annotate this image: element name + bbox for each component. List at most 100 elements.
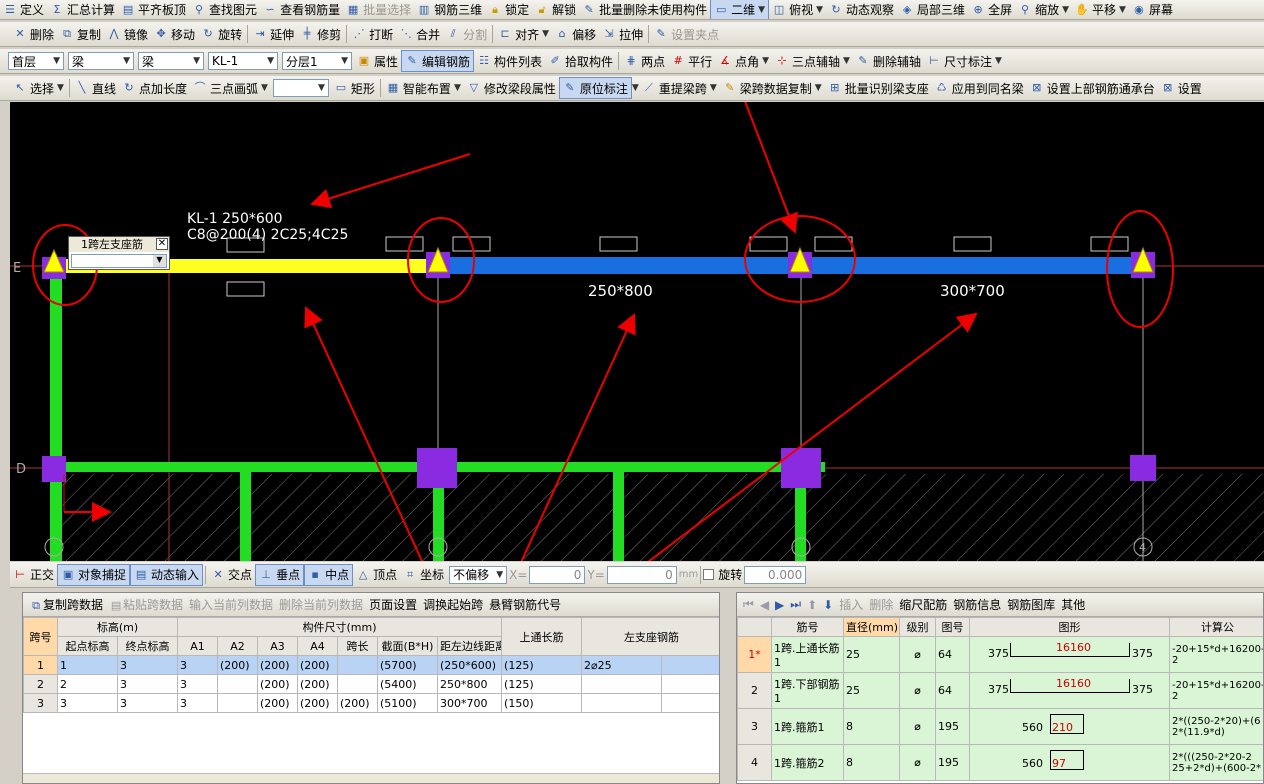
span-table-scrollbar[interactable] [23,773,719,783]
split-button[interactable]: ⫽ 分割 [443,23,490,45]
align-slab-top-button[interactable]: ▤ 平齐板顶 [118,0,189,19]
fullscreen-button[interactable]: ⊕ 全屏 [968,0,1015,19]
batch-select-button[interactable]: ▦ 批量选择 [343,0,414,19]
next-record-button[interactable]: ▶ [775,598,784,612]
component-select[interactable]: KL-1 ▼ [208,52,278,70]
table-row[interactable]: 2 2 3 3 (200) (200) (5400) 250*800 (125) [23,674,719,694]
table-cell[interactable]: (250*600) [436,655,503,675]
midpoint-snap[interactable]: ▪ 中点 [304,563,354,586]
table-cell[interactable]: 3 [57,693,118,713]
screen-button[interactable]: ◉ 屏幕 [1129,0,1176,19]
first-record-button[interactable]: ⏮ [743,597,754,612]
table-cell[interactable]: (150) [501,693,583,713]
table-row[interactable]: 1* 1跨.上通长筋1 25 ⌀ 64 375 16160 375 -20+15*d+162… [737,636,1263,673]
merge-button[interactable]: ⋱ 合并 [396,23,443,45]
copy-span-data-button[interactable]: ⧉ 复制跨数据 [29,596,103,613]
table-cell[interactable]: (200) [337,693,378,713]
mirror-button[interactable]: ⋀ 镜像 [104,23,151,45]
table-cell[interactable]: (125) [501,655,583,675]
rotate-input[interactable]: 0.000 [744,565,807,584]
swap-start-span-button[interactable]: 调换起始跨 [423,596,483,613]
orbit-button[interactable]: ↻ 动态观察 [826,0,897,19]
table-cell[interactable] [217,693,258,713]
local-3d-button[interactable]: ◈ 局部三维 [897,0,968,19]
shape-cell[interactable]: 375 16160 375 [969,636,1170,673]
in-situ-annotation-button[interactable]: ✎ 原位标注 [558,77,632,99]
page-setup-button[interactable]: 页面设置 [369,596,417,613]
table-cell[interactable]: 2⌀25 [581,655,663,675]
lock-button[interactable]: 🔒︎ 锁定 [485,0,532,19]
parallel-button[interactable]: # 平行 [668,50,715,72]
paste-span-data-button[interactable]: ▤ 粘贴跨数据 [109,596,183,613]
rebar-name-cell[interactable]: 1跨.下部钢筋1 [771,672,844,709]
table-cell[interactable]: 2 [57,674,118,694]
copy-button[interactable]: ⧉ 复制 [57,23,104,45]
col-diameter[interactable]: 直径(mm) [843,617,900,637]
drawing-canvas[interactable]: KL-1 250*600 C8@200(4) 2C25;4C25 250*800… [10,102,1264,561]
table-row[interactable]: 2 1跨.下部钢筋1 25 ⌀ 64 375 16160 375 -20+15*d+1620… [737,672,1263,709]
view-2d-dropdown[interactable]: ▭ 二维 ▼ [710,0,770,19]
ortho-toggle[interactable]: ⊢ 正交 [10,564,57,586]
insert-button[interactable]: 插入 [839,596,863,613]
diameter-cell[interactable]: 25 [843,636,900,673]
formula-cell[interactable]: -20+15*d+16200-2 [1169,636,1263,673]
rebar-name-cell[interactable]: 1跨.箍筋1 [771,708,844,745]
smart-layout-dropdown[interactable]: ▦ 智能布置 ▼ [383,77,464,99]
arc-option-select[interactable]: ▼ [272,79,329,97]
line-button[interactable]: ╲ 直线 [72,77,119,99]
category-select[interactable]: 梁 ▼ [68,52,134,70]
grade-cell[interactable]: ⌀ [899,744,936,781]
rebar-name-cell[interactable]: 1跨.上通长筋1 [771,636,844,673]
table-cell[interactable]: (125) [501,674,583,694]
shape-no-cell[interactable]: 195 [935,744,970,781]
dynamic-input-toggle[interactable]: ▤ 动态输入 [130,563,204,586]
define-button[interactable]: ☰ 定义 [0,0,47,19]
vertex-snap[interactable]: △ 顶点 [353,564,400,586]
set-top-rebar-button[interactable]: ⊠ 设置上部钢筋通承台 [1027,77,1158,99]
support-rebar-popup[interactable]: 1跨左支座筋 ✕ ▼ [68,236,170,270]
zoom-dropdown[interactable]: ⚲ 缩放 ▼ [1015,0,1072,19]
y-input[interactable]: 0 [606,565,677,584]
chevron-down-icon[interactable]: ▼ [632,83,639,93]
table-cell[interactable] [217,674,258,694]
table-cell[interactable]: (5400) [377,674,438,694]
delete-column-button[interactable]: 删除当前列数据 [279,596,363,613]
coordinate-snap[interactable]: ⌗ 坐标 [400,564,447,586]
table-cell[interactable] [581,674,663,694]
shape-no-cell[interactable]: 64 [935,672,970,709]
other-button[interactable]: 其他 [1061,596,1085,613]
grade-cell[interactable]: ⌀ [899,672,936,709]
rebar-library-button[interactable]: 钢筋图库 [1007,596,1055,613]
table-cell[interactable]: (200) [257,693,298,713]
table-cell[interactable]: 3 [177,655,218,675]
view-rebar-button[interactable]: ∽ 查看钢筋量 [260,0,343,19]
layer-select[interactable]: 分层1 ▼ [282,52,352,70]
shape-no-cell[interactable]: 64 [935,636,970,673]
dimension-button[interactable]: ⊢ 尺寸标注 ▼ [924,50,1005,72]
point-angle-button[interactable]: ∡ 点角 ▼ [715,50,772,72]
prev-record-button[interactable]: ◀ [760,598,769,612]
object-snap-toggle[interactable]: ▣ 对象捕捉 [57,563,131,586]
find-element-button[interactable]: ⚲ 查找图元 [189,0,260,19]
chevron-down-icon[interactable]: ▼ [153,255,166,267]
table-cell[interactable]: 3 [117,674,178,694]
popup-input[interactable]: ▼ [71,254,167,268]
table-cell[interactable]: (200) [297,674,338,694]
cantilever-code-button[interactable]: 悬臂钢筋代号 [489,596,561,613]
properties-button[interactable]: ▣ 属性 [354,50,401,72]
shape-no-cell[interactable]: 195 [935,708,970,745]
batch-identify-support-button[interactable]: ⊞ 批量识别梁支座 [825,77,932,99]
offset-mode-select[interactable]: 不偏移 ▼ [449,565,508,584]
delete-button[interactable]: ✕ 删除 [10,23,57,45]
two-point-button[interactable]: ⋕ 两点 [621,50,668,72]
batch-delete-unused-button[interactable]: ✎ 批量删除未使用构件 [579,0,710,19]
rotate-button[interactable]: ↻ 旋转 [198,23,245,45]
pick-component-button[interactable]: ✐ 拾取构件 [545,50,616,72]
grade-cell[interactable]: ⌀ [899,708,936,745]
x-input[interactable]: 0 [529,565,586,584]
component-list-button[interactable]: ☷ 构件列表 [474,50,545,72]
shape-cell[interactable]: 375 16160 375 [969,672,1170,709]
formula-cell[interactable]: 2*((250-2*20)+(6 2*(11.9*d) [1169,708,1263,745]
formula-cell[interactable]: 2*(((250-2*20-2 25+2*d)+(600-2* [1169,744,1263,781]
table-cell[interactable]: 3 [177,693,218,713]
